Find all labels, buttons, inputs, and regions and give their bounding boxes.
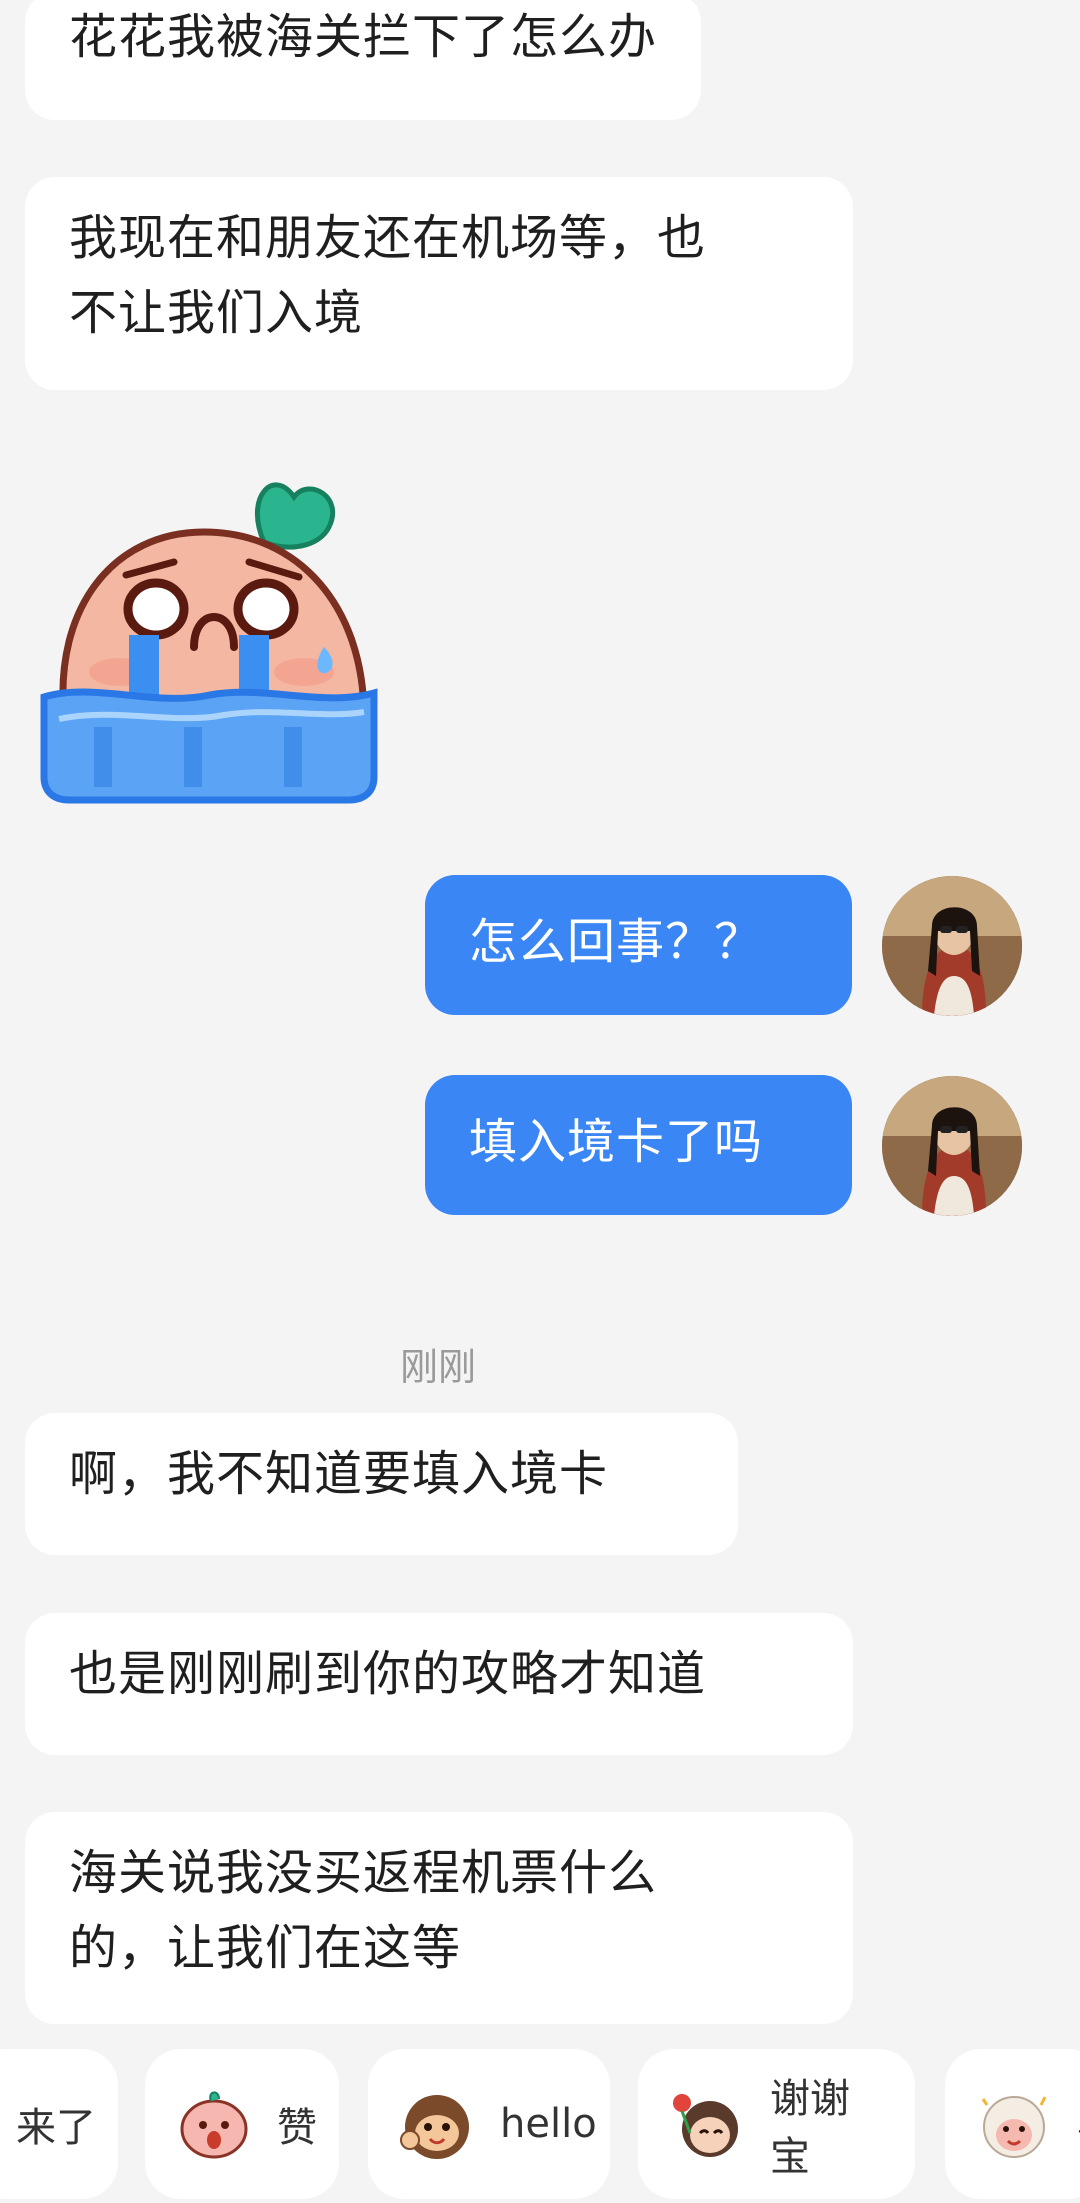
avatar-photo-icon xyxy=(882,1076,1022,1216)
chip-label: 赞 xyxy=(277,2105,317,2151)
message-text: 填入境卡了吗 xyxy=(469,1114,764,1170)
message-timestamp: 刚刚 xyxy=(399,1345,476,1389)
shocked-peach-icon xyxy=(180,2091,248,2159)
incoming-message[interactable]: 也是刚刚刷到你的攻略才知道 xyxy=(25,1613,853,1755)
message-text-line: 不让我们入境 xyxy=(69,285,364,341)
message-text-line: 海关说我没买返程机票什么 xyxy=(69,1845,658,1901)
message-text-line: 的，让我们在这等 xyxy=(69,1920,462,1976)
quick-reply-chip[interactable]: hello xyxy=(368,2049,610,2199)
outgoing-message[interactable]: 怎么回事？？ xyxy=(425,875,852,1015)
outgoing-message[interactable]: 填入境卡了吗 xyxy=(425,1075,852,1215)
message-text: 怎么回事？？ xyxy=(469,914,764,970)
incoming-message[interactable]: 花花我被海关拦下了怎么办 xyxy=(25,0,702,120)
message-text: 花花我被海关拦下了怎么办 xyxy=(69,9,658,65)
quick-reply-chip[interactable]: 来了 xyxy=(0,2049,118,2199)
incoming-message[interactable]: 海关说我没买返程机票什么 的，让我们在这等 xyxy=(25,1812,853,2024)
quick-reply-chip[interactable]: 喜 xyxy=(945,2049,1080,2199)
incoming-message[interactable]: 啊，我不知道要填入境卡 xyxy=(25,1413,738,1555)
sheep-celebrate-icon xyxy=(981,2096,1047,2158)
chip-label: 来了 xyxy=(16,2105,96,2151)
chip-label: 谢谢宝 xyxy=(770,2076,850,2180)
crying-peach-sticker-icon[interactable] xyxy=(34,457,386,807)
quick-reply-chip[interactable]: 谢谢宝 xyxy=(638,2049,915,2199)
incoming-message[interactable]: 我现在和朋友还在机场等，也 不让我们入境 xyxy=(25,177,853,390)
monkey-hello-icon xyxy=(400,2095,469,2159)
girl-with-rose-icon xyxy=(673,2094,738,2157)
quick-reply-chip[interactable]: 赞 xyxy=(145,2049,339,2199)
message-text: 啊，我不知道要填入境卡 xyxy=(69,1446,609,1502)
user-avatar[interactable] xyxy=(882,876,1022,1016)
message-text: 也是刚刚刷到你的攻略才知道 xyxy=(69,1646,707,1702)
avatar-photo-icon xyxy=(882,876,1022,1016)
chip-label: hello xyxy=(500,2101,597,2147)
user-avatar[interactable] xyxy=(882,1076,1022,1216)
message-text-line: 我现在和朋友还在机场等，也 xyxy=(69,210,707,266)
